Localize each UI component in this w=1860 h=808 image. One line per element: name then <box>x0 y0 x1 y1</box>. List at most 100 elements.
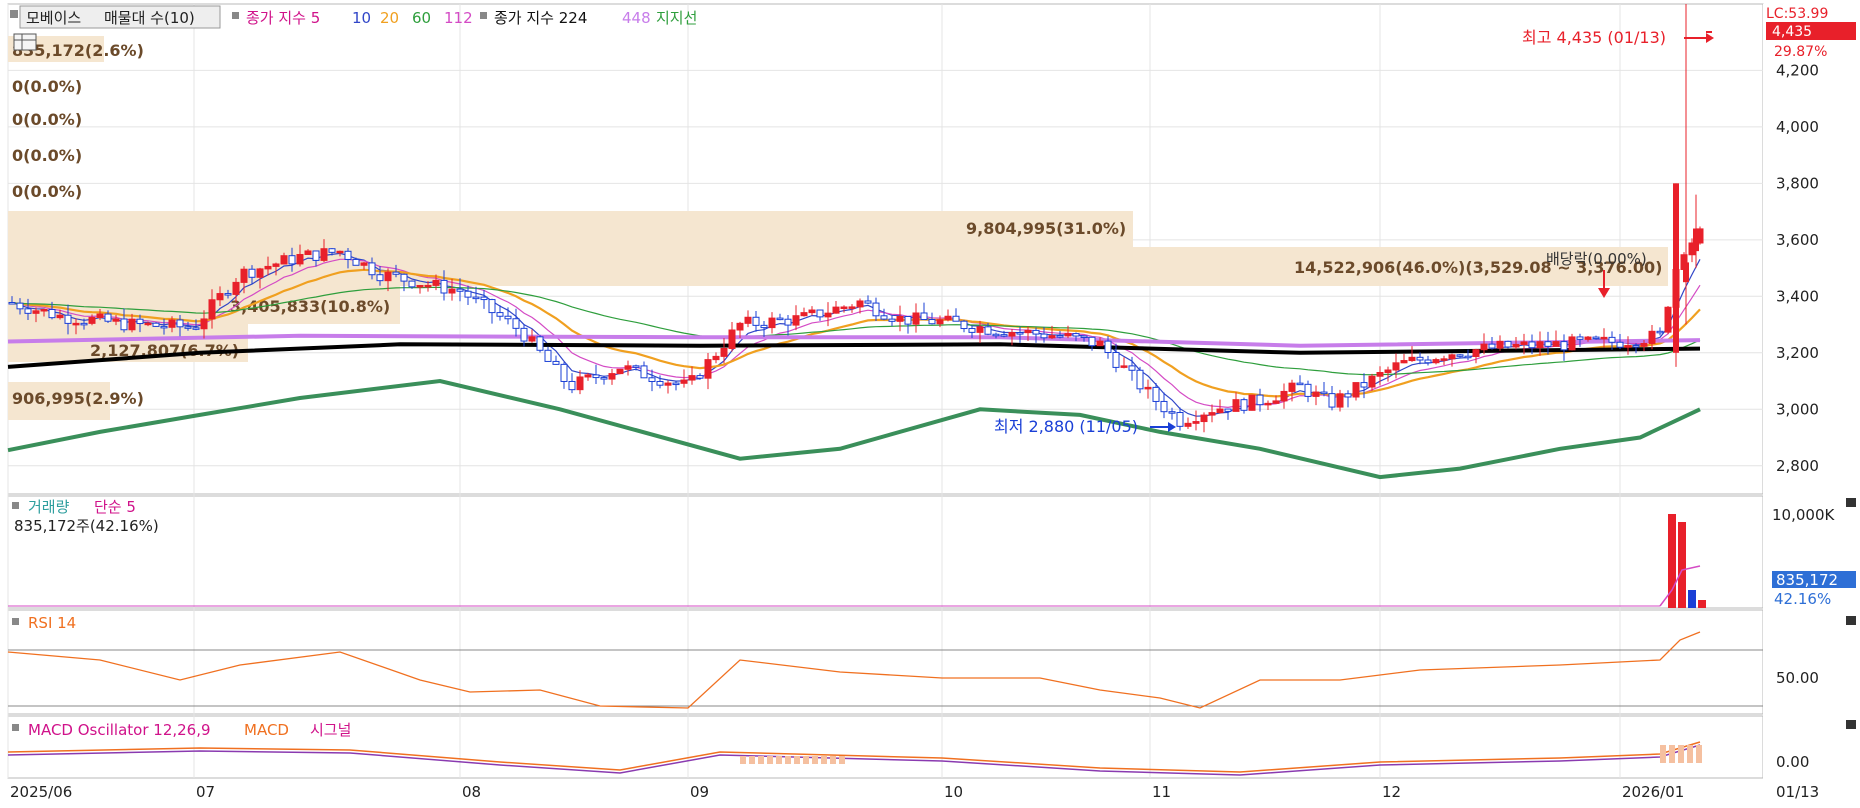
candle-body <box>336 250 344 254</box>
candle-body <box>1344 393 1352 398</box>
candle-body <box>352 258 360 266</box>
candle-body <box>568 380 576 391</box>
volume-ma-label[interactable]: 단순 5 <box>94 498 136 516</box>
candle-body <box>512 318 520 329</box>
candle-body <box>1240 399 1248 411</box>
candle-body <box>464 290 472 298</box>
candle-body <box>672 382 680 386</box>
candle-body <box>192 327 200 330</box>
candle-body <box>1512 343 1520 348</box>
x-axis-label: 11 <box>1152 783 1171 801</box>
candle-body <box>1336 393 1344 408</box>
candle-body <box>840 306 848 309</box>
volume-bar <box>1678 522 1686 608</box>
candle-body <box>1192 421 1200 424</box>
candle-body <box>920 312 928 321</box>
price-axis-label: 3,000 <box>1776 400 1819 418</box>
candle-body <box>1080 335 1088 339</box>
candle-body <box>600 377 608 380</box>
volume-profile-bar <box>8 211 1133 247</box>
candle-body <box>1160 400 1168 413</box>
candle-body <box>712 355 720 361</box>
candle-body <box>1448 354 1456 360</box>
candle-body <box>72 322 80 326</box>
candle-body <box>208 299 216 320</box>
candle-body <box>824 312 832 318</box>
candle-body <box>1368 375 1376 388</box>
lc-label: LC:53.99 <box>1766 6 1828 22</box>
candle-body <box>552 360 560 365</box>
candle-body <box>1208 412 1216 416</box>
x-axis-label: 12 <box>1382 783 1401 801</box>
candle-body <box>1464 355 1472 359</box>
candle-body <box>224 293 232 296</box>
candle-body <box>752 316 760 326</box>
x-axis-label: 07 <box>196 783 215 801</box>
candle-body <box>496 312 504 317</box>
macd-histogram-bar <box>1696 745 1702 763</box>
ma2-legend-label[interactable]: 종가 지수 224 <box>494 9 587 27</box>
candle-body <box>112 318 120 322</box>
ma20-legend[interactable]: 20 <box>380 9 399 27</box>
legend-square-icon <box>232 12 239 19</box>
candle-body <box>1032 329 1040 335</box>
candle-body <box>1176 412 1184 427</box>
close-icon[interactable] <box>1846 720 1856 729</box>
volume-profile-label: 9,804,995(31.0%) <box>966 219 1126 238</box>
ma448-legend[interactable]: 448 <box>622 9 651 27</box>
candle-body <box>320 248 328 261</box>
macd-title[interactable]: MACD Oscillator 12,26,9 <box>28 721 211 739</box>
rsi-title[interactable]: RSI 14 <box>28 614 76 632</box>
ma10-legend[interactable]: 10 <box>352 9 371 27</box>
close-icon[interactable] <box>1846 616 1856 625</box>
candle-body <box>1320 391 1328 395</box>
candle-body <box>1296 382 1304 386</box>
ma60-legend[interactable]: 60 <box>412 9 431 27</box>
candle-body <box>1576 336 1584 340</box>
candle-body <box>280 255 288 265</box>
candle-body <box>296 254 304 265</box>
volume-profile-label: 0(0.0%) <box>12 77 82 96</box>
volume-title[interactable]: 거래량 <box>28 498 70 516</box>
candle-body <box>1096 340 1104 347</box>
candle-body <box>424 284 432 288</box>
low-annotation: 최저 2,880 (11/05) <box>994 417 1138 436</box>
candle-body <box>240 268 248 283</box>
candle-body <box>376 274 384 282</box>
candle-body <box>1120 365 1128 368</box>
candle-body <box>1552 341 1560 347</box>
support-legend[interactable]: 지지선 <box>656 9 697 27</box>
candle-body <box>1352 382 1360 398</box>
macd-histogram-bar <box>1687 745 1693 763</box>
price-axis-label: 2,800 <box>1776 457 1819 475</box>
candle-body <box>848 306 856 309</box>
ma-legend-label[interactable]: 종가 지수 5 <box>246 9 320 27</box>
candle-body <box>304 250 312 256</box>
candle-body <box>576 376 584 391</box>
candle-body <box>1496 340 1504 349</box>
table-icon[interactable] <box>13 33 37 51</box>
candle-body <box>1568 336 1576 351</box>
candle-body <box>1648 330 1656 344</box>
candle-body <box>440 279 448 294</box>
candle-body <box>1504 340 1512 348</box>
signal-label[interactable]: 시그널 <box>310 721 351 739</box>
change-pct: 29.87% <box>1774 44 1827 60</box>
candle-body <box>984 326 992 335</box>
candle-body <box>1112 351 1120 368</box>
price-axis-label: 3,400 <box>1776 287 1819 305</box>
candle-body <box>1488 343 1496 349</box>
candle-body <box>816 309 824 318</box>
volume-value-text: 835,172 <box>1776 571 1838 589</box>
candle-body <box>1040 333 1048 339</box>
candle-body <box>120 318 128 331</box>
ma112-legend[interactable]: 112 <box>444 9 473 27</box>
candle-body <box>744 316 752 324</box>
close-icon[interactable] <box>1846 498 1856 507</box>
candle-body <box>32 310 40 314</box>
macd-label[interactable]: MACD <box>244 721 289 739</box>
candle-body <box>584 374 592 378</box>
candle-body <box>176 319 184 328</box>
macd-histogram-bar <box>1678 745 1684 763</box>
candle-body <box>1232 399 1240 412</box>
